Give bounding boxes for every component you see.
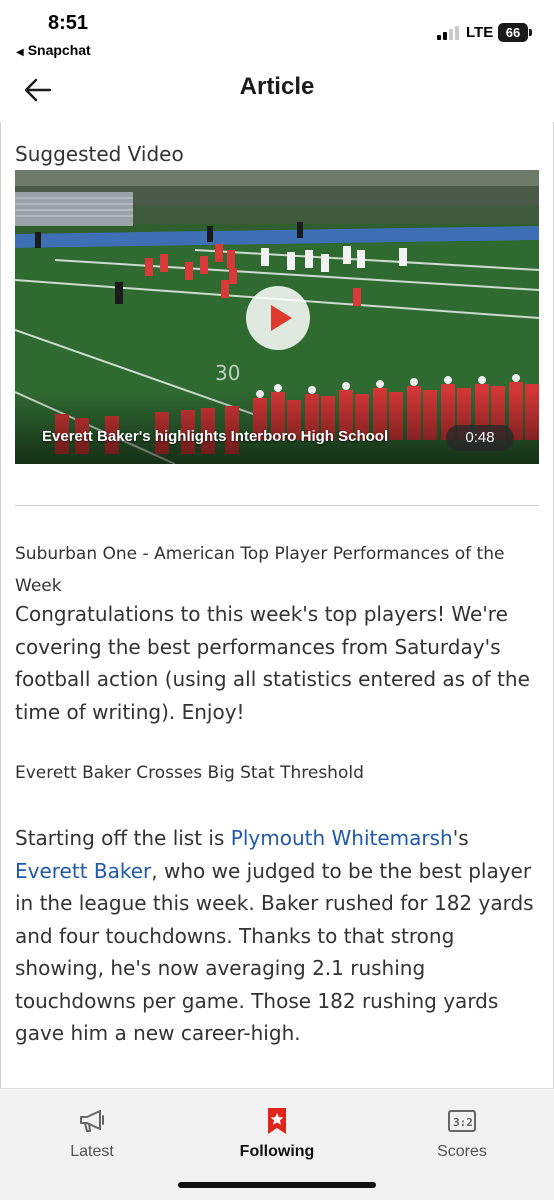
video-caption: Everett Baker's highlights Interboro Hig… bbox=[42, 428, 389, 445]
player-link[interactable]: Everett Baker bbox=[15, 859, 151, 883]
suggested-video-label: Suggested Video bbox=[15, 142, 184, 166]
home-indicator[interactable] bbox=[178, 1182, 376, 1188]
tab-label: Scores bbox=[437, 1143, 487, 1160]
scoreboard-icon: 3:2 bbox=[446, 1105, 478, 1137]
body-text: , who we judged to be the best player in… bbox=[15, 858, 534, 1046]
article-intro: Congratulations to this week's top playe… bbox=[15, 602, 530, 724]
article-subtitle: Everett Baker Crosses Big Stat Threshold bbox=[15, 763, 364, 783]
signal-icon bbox=[437, 26, 463, 40]
article-body-paragraph: Starting off the list is Plymouth Whitem… bbox=[15, 822, 539, 1050]
page-title: Article bbox=[239, 73, 315, 100]
team-link[interactable]: Plymouth Whitemarsh bbox=[231, 826, 453, 850]
body-text: 's bbox=[452, 826, 469, 850]
tab-following[interactable]: Following bbox=[207, 1097, 347, 1167]
svg-text:3:2: 3:2 bbox=[453, 1116, 473, 1129]
tab-label: Following bbox=[239, 1143, 315, 1160]
play-icon bbox=[271, 305, 292, 331]
status-time: 8:51 bbox=[48, 12, 89, 34]
status-bar: 8:51 ◀ Snapchat LTE 66 bbox=[0, 0, 554, 64]
video-duration: 0:48 bbox=[446, 425, 514, 451]
network-type: LTE bbox=[466, 24, 494, 41]
back-to-app-link[interactable]: ◀ Snapchat bbox=[16, 42, 91, 58]
body-text: Starting off the list is bbox=[15, 826, 231, 850]
battery-icon: 66 bbox=[498, 23, 528, 42]
svg-text:30: 30 bbox=[215, 361, 240, 385]
article-screen: 8:51 ◀ Snapchat LTE 66 Article Suggested … bbox=[0, 0, 554, 1200]
nav-header: Article bbox=[0, 64, 554, 120]
back-app-label: Snapchat bbox=[27, 42, 91, 58]
video-player[interactable]: 30 Everett Baker's highlights Interboro … bbox=[15, 170, 539, 464]
play-button[interactable] bbox=[246, 286, 310, 350]
tab-latest[interactable]: Latest bbox=[22, 1097, 162, 1167]
article-content[interactable]: Suggested Video 30 Everett Baker's highl… bbox=[0, 122, 554, 1088]
tab-label: Latest bbox=[70, 1143, 114, 1160]
megaphone-icon bbox=[76, 1105, 108, 1137]
star-bookmark-icon bbox=[261, 1105, 293, 1137]
battery-cap bbox=[529, 29, 532, 36]
divider bbox=[15, 505, 539, 506]
back-triangle-icon: ◀ bbox=[16, 47, 24, 58]
article-meta-title: Suburban One - American Top Player Perfo… bbox=[15, 544, 505, 596]
tab-scores[interactable]: 3:2 Scores bbox=[392, 1097, 532, 1167]
